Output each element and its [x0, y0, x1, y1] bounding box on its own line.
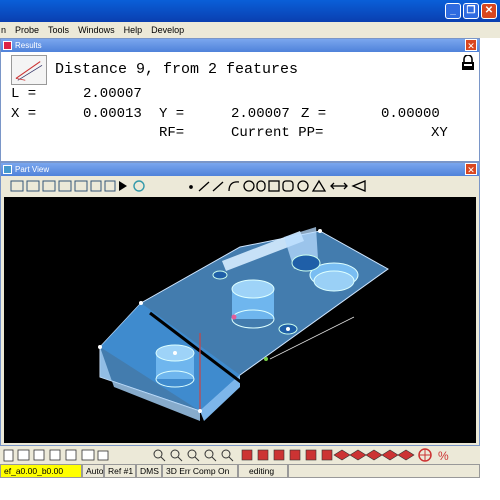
- lock-icon[interactable]: [461, 55, 475, 71]
- window-controls: _ ❐ ✕: [445, 3, 497, 19]
- minimize-icon[interactable]: _: [445, 3, 461, 19]
- close-icon[interactable]: ✕: [481, 3, 497, 19]
- part-view-panel: Part View ✕: [0, 162, 480, 446]
- close-icon[interactable]: ✕: [465, 39, 477, 51]
- feature-shape-icons[interactable]: [189, 179, 366, 192]
- rotate-icon[interactable]: [133, 180, 145, 192]
- status-bar: ef_a0.00_b0.00 Auto Ref #1 DMS 3D Err Co…: [0, 464, 480, 478]
- result-heading: Distance 9, from 2 features: [55, 61, 299, 78]
- right-margin: [480, 38, 500, 478]
- status-ref: Ref #1: [104, 464, 136, 478]
- status-editing: editing: [238, 464, 288, 478]
- status-mode: Auto: [82, 464, 104, 478]
- l-value: 2.00007: [83, 86, 142, 102]
- y-label: Y =: [159, 106, 185, 122]
- menu-item-windows[interactable]: Windows: [78, 25, 115, 35]
- z-value: 0.00000: [381, 106, 440, 122]
- status-spacer: [288, 464, 480, 478]
- maximize-icon[interactable]: ❐: [463, 3, 479, 19]
- z-label: Z =: [301, 106, 327, 122]
- menu-item-develop[interactable]: Develop: [151, 25, 184, 35]
- menu-bar: n Probe Tools Windows Help Develop: [0, 22, 500, 38]
- view-toolbar: %: [0, 446, 480, 464]
- rf-label: RF=: [159, 125, 185, 141]
- y-value: 2.00007: [231, 106, 290, 122]
- results-panel: Results ✕ Distance 9, from 2 features L …: [0, 38, 480, 162]
- arrow-icon[interactable]: [119, 181, 127, 191]
- view-orientation-icons[interactable]: [241, 449, 415, 461]
- pp-label: Current PP=: [231, 125, 324, 141]
- results-title: Results: [15, 41, 42, 50]
- feature-toolbar: [1, 177, 479, 195]
- distance-feature-icon: [11, 55, 47, 85]
- part-view-title: Part View: [15, 165, 50, 174]
- percent-icon[interactable]: %: [438, 449, 449, 463]
- menu-item-help[interactable]: Help: [124, 25, 143, 35]
- panel-icon: [3, 41, 12, 50]
- status-err-comp: 3D Err Comp On: [162, 464, 238, 478]
- panel-icon: [3, 165, 12, 174]
- status-csys: ef_a0.00_b0.00: [0, 464, 82, 478]
- menu-item-tools[interactable]: Tools: [48, 25, 69, 35]
- close-icon[interactable]: ✕: [465, 163, 477, 175]
- results-title-bar: Results ✕: [1, 39, 479, 52]
- menu-item-probe[interactable]: Probe: [15, 25, 39, 35]
- file-tool-icons[interactable]: [3, 449, 109, 462]
- menu-item-n[interactable]: n: [1, 25, 6, 35]
- bottom-margin: [0, 478, 500, 500]
- part-model: [98, 227, 389, 421]
- x-label: X =: [11, 106, 37, 122]
- view-tool-icons[interactable]: [10, 180, 116, 192]
- pp-value: XY: [431, 125, 448, 141]
- status-dms: DMS: [136, 464, 162, 478]
- l-label: L =: [11, 86, 37, 102]
- part-view-title-bar: Part View ✕: [1, 163, 479, 176]
- x-value: 0.00013: [83, 106, 142, 122]
- app-titlebar: _ ❐ ✕: [0, 0, 500, 22]
- zoom-tool-icons[interactable]: [153, 449, 234, 462]
- 3d-part-viewport[interactable]: [4, 197, 476, 443]
